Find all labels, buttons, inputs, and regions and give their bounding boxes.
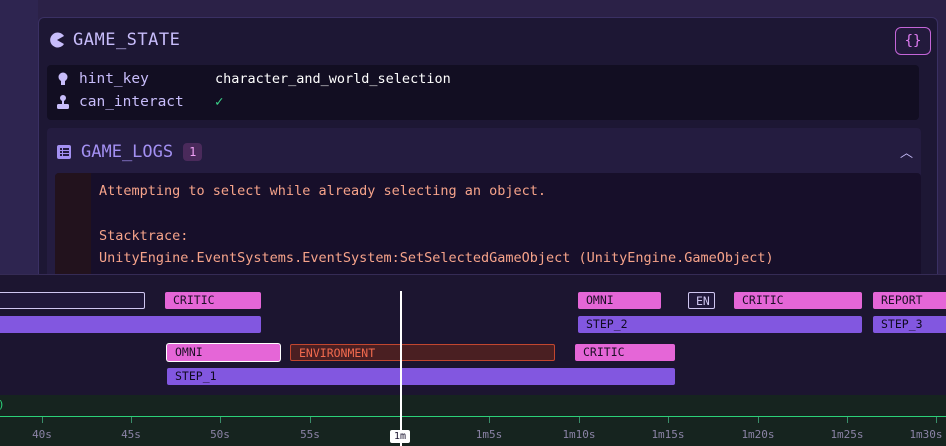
json-view-button[interactable]: {}: [895, 27, 931, 55]
ruler-tick: [131, 417, 132, 423]
tick-label: 1m25s: [830, 428, 864, 441]
list-icon: [57, 145, 71, 159]
timeline-span-critic[interactable]: CRITIC: [734, 292, 862, 309]
log-line: Attempting to select while already selec…: [99, 183, 547, 199]
game-state-title: GAME_STATE: [73, 30, 181, 50]
game-state-panel: GAME_STATE {} hint_key character_and_wor…: [38, 17, 938, 303]
tick-label: 1m30s: [909, 428, 943, 441]
log-line: Stacktrace:: [99, 228, 189, 244]
timeline: CRITIC OMNI EN CRITIC REPORT STEP_2 STEP…: [0, 274, 946, 446]
ruler-tick: [42, 417, 43, 423]
ruler-left-marker: ): [0, 398, 5, 411]
state-key: hint_key: [79, 71, 149, 87]
ruler-tick: [220, 417, 221, 423]
time-ruler[interactable]: ) 40s 45s 50s 55s 1m5s 1m10s 1m15s 1m20s…: [0, 395, 946, 446]
timeline-span-omni[interactable]: OMNI: [578, 292, 661, 309]
ruler-tick: [668, 417, 669, 423]
state-box: hint_key character_and_world_selection c…: [47, 65, 919, 120]
tick-label: 1m15s: [651, 428, 685, 441]
tick-label: 50s: [210, 428, 230, 441]
log-count-badge: 1: [183, 143, 203, 161]
timeline-span-environment[interactable]: ENVIRONMENT: [290, 344, 555, 361]
tick-label: 45s: [121, 428, 141, 441]
ruler-tick: [758, 417, 759, 423]
timeline-span-step-1[interactable]: STEP_1: [167, 368, 675, 385]
ruler-tick: [579, 417, 580, 423]
check-icon: ✓: [215, 94, 224, 110]
lightbulb-icon: [58, 72, 68, 85]
tick-label: 1m10s: [562, 428, 596, 441]
game-logs-header[interactable]: GAME_LOGS 1: [57, 142, 203, 162]
timeline-span-step[interactable]: [0, 316, 261, 333]
state-row-hint-key: hint_key character_and_world_selection: [55, 71, 451, 87]
timeline-span-report[interactable]: REPORT: [873, 292, 946, 309]
timeline-span-critic[interactable]: CRITIC: [575, 344, 675, 361]
game-logs-section: GAME_LOGS 1 ︿ Attempting to select while…: [47, 128, 921, 303]
ruler-tick: [489, 417, 490, 423]
pacman-icon: [50, 32, 64, 48]
playhead-cursor[interactable]: [400, 291, 402, 446]
tick-label: 1m5s: [475, 428, 503, 441]
chevron-up-icon[interactable]: ︿: [900, 142, 913, 161]
state-value: character_and_world_selection: [215, 71, 451, 87]
game-logs-title: GAME_LOGS: [81, 142, 174, 162]
tick-label: 1m20s: [741, 428, 775, 441]
state-row-can-interact: can_interact ✓: [55, 94, 223, 110]
joystick-icon: [57, 95, 69, 109]
ruler-line: [0, 416, 946, 417]
background-left: [0, 0, 38, 275]
ruler-tick: [847, 417, 848, 423]
tick-label: 40s: [32, 428, 52, 441]
game-state-header: GAME_STATE: [49, 30, 180, 50]
playhead-label: 1m: [390, 430, 411, 443]
timeline-span-step-3[interactable]: STEP_3: [873, 316, 946, 333]
timeline-span-step-2[interactable]: STEP_2: [578, 316, 862, 333]
state-key: can_interact: [79, 94, 184, 110]
ruler-tick: [936, 417, 937, 423]
tick-label: 55s: [300, 428, 320, 441]
ruler-tick: [310, 417, 311, 423]
timeline-span-environment[interactable]: EN: [688, 292, 715, 309]
log-line: UnityEngine.EventSystems.EventSystem:Set…: [99, 250, 774, 266]
timeline-span-critic[interactable]: CRITIC: [165, 292, 261, 309]
timeline-span[interactable]: [0, 292, 145, 309]
timeline-span-omni[interactable]: OMNI: [167, 344, 280, 361]
